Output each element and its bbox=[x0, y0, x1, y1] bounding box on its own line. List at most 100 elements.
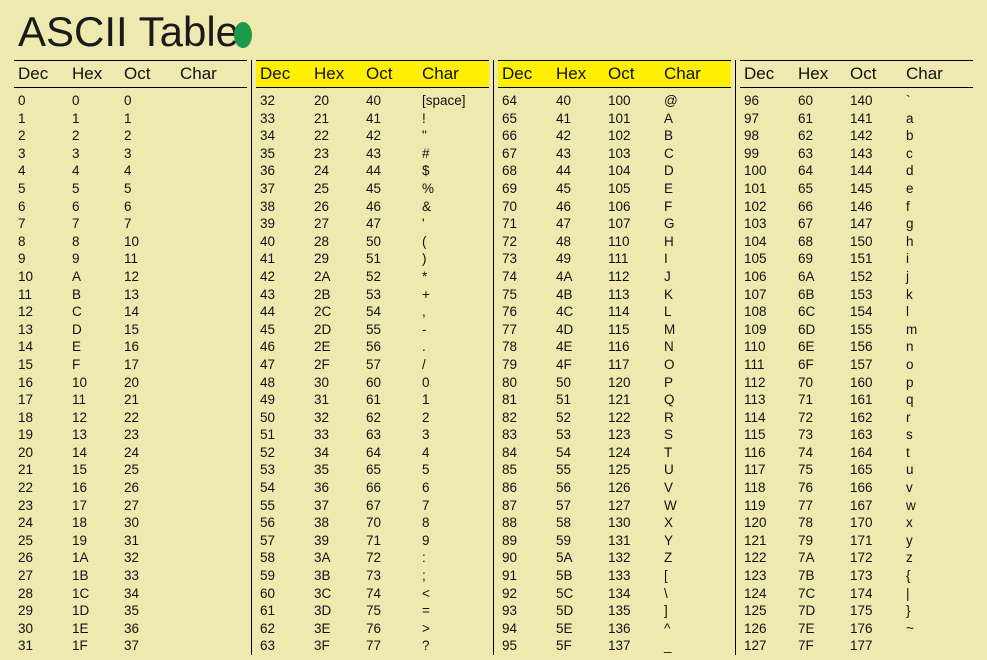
table-row: 4830600 bbox=[256, 374, 489, 392]
cell-hex: 3F bbox=[314, 637, 366, 655]
header-char: Char bbox=[422, 64, 459, 84]
cell-oct: 156 bbox=[850, 338, 906, 356]
cell-char: < bbox=[422, 585, 430, 603]
cell-dec: 31 bbox=[14, 637, 72, 655]
cell-char: I bbox=[664, 250, 668, 268]
cell-hex: 70 bbox=[798, 374, 850, 392]
cell-oct: 131 bbox=[608, 532, 664, 550]
cell-dec: 51 bbox=[256, 426, 314, 444]
cell-oct: 21 bbox=[124, 391, 180, 409]
cell-dec: 60 bbox=[256, 585, 314, 603]
cell-oct: 126 bbox=[608, 479, 664, 497]
cell-oct: 27 bbox=[124, 497, 180, 515]
table-row: 1076B153k bbox=[740, 286, 973, 304]
cell-oct: 65 bbox=[366, 461, 422, 479]
cell-oct: 153 bbox=[850, 286, 906, 304]
cell-hex: 2B bbox=[314, 286, 366, 304]
cell-hex: 16 bbox=[72, 479, 124, 497]
title-text: ASCII Table bbox=[18, 8, 239, 55]
cell-oct: 34 bbox=[124, 585, 180, 603]
cell-oct: 154 bbox=[850, 303, 906, 321]
cell-oct: 134 bbox=[608, 585, 664, 603]
cell-hex: 66 bbox=[798, 198, 850, 216]
cell-oct: 77 bbox=[366, 637, 422, 655]
table-row: 4931611 bbox=[256, 391, 489, 409]
cell-hex: 1C bbox=[72, 585, 124, 603]
cell-char: + bbox=[422, 286, 430, 304]
cell-dec: 98 bbox=[740, 127, 798, 145]
table-row: 7046106F bbox=[498, 198, 731, 216]
cell-char: O bbox=[664, 356, 675, 374]
cell-char: z bbox=[906, 549, 913, 567]
cell-hex: 65 bbox=[798, 180, 850, 198]
cell-oct: 162 bbox=[850, 409, 906, 427]
cell-hex: 19 bbox=[72, 532, 124, 550]
cell-hex: 6D bbox=[798, 321, 850, 339]
cell-hex: 4B bbox=[556, 286, 608, 304]
table-row: 754B113K bbox=[498, 286, 731, 304]
cell-hex: 63 bbox=[798, 145, 850, 163]
cell-oct: 172 bbox=[850, 549, 906, 567]
cell-dec: 105 bbox=[740, 250, 798, 268]
header-dec: Dec bbox=[740, 64, 798, 84]
table-row: 211525 bbox=[14, 461, 247, 479]
cell-dec: 18 bbox=[14, 409, 72, 427]
cell-char: T bbox=[664, 444, 672, 462]
cell-dec: 21 bbox=[14, 461, 72, 479]
table-row: 5436666 bbox=[256, 479, 489, 497]
cell-oct: 15 bbox=[124, 321, 180, 339]
cell-oct: 6 bbox=[124, 198, 180, 216]
cell-hex: 20 bbox=[314, 92, 366, 110]
cell-oct: 1 bbox=[124, 110, 180, 128]
table-row: 241830 bbox=[14, 514, 247, 532]
column-header: DecHexOctChar bbox=[498, 60, 731, 88]
table-row: 392747' bbox=[256, 215, 489, 233]
cell-dec: 7 bbox=[14, 215, 72, 233]
cell-hex: 6E bbox=[798, 338, 850, 356]
cell-dec: 115 bbox=[740, 426, 798, 444]
table-row: 11977167w bbox=[740, 497, 973, 515]
cell-oct: 116 bbox=[608, 338, 664, 356]
cell-char: Y bbox=[664, 532, 673, 550]
cell-dec: 8 bbox=[14, 233, 72, 251]
cell-hex: 43 bbox=[556, 145, 608, 163]
cell-char: y bbox=[906, 532, 913, 550]
cell-oct: 53 bbox=[366, 286, 422, 304]
cell-dec: 86 bbox=[498, 479, 556, 497]
cell-hex: 7E bbox=[798, 620, 850, 638]
cell-oct: 16 bbox=[124, 338, 180, 356]
cell-hex: 49 bbox=[556, 250, 608, 268]
page-title: ASCII Table bbox=[0, 0, 987, 60]
table-row: 6642102B bbox=[498, 127, 731, 145]
cell-hex: 22 bbox=[314, 127, 366, 145]
cell-char: 1 bbox=[422, 391, 430, 409]
table-row: 11270160p bbox=[740, 374, 973, 392]
cell-hex: 2C bbox=[314, 303, 366, 321]
cell-oct: 115 bbox=[608, 321, 664, 339]
cell-hex: 1D bbox=[72, 602, 124, 620]
table-row: 1086C154l bbox=[740, 303, 973, 321]
cell-hex: 1B bbox=[72, 567, 124, 585]
table-row: 8959131Y bbox=[498, 532, 731, 550]
table-row: 12179171y bbox=[740, 532, 973, 550]
cell-hex: 1E bbox=[72, 620, 124, 638]
cell-oct: 106 bbox=[608, 198, 664, 216]
cell-char: U bbox=[664, 461, 674, 479]
cell-oct: 11 bbox=[124, 250, 180, 268]
table-row: 5739719 bbox=[256, 532, 489, 550]
cell-dec: 103 bbox=[740, 215, 798, 233]
cell-hex: 26 bbox=[314, 198, 366, 216]
cell-char: G bbox=[664, 215, 675, 233]
cell-dec: 39 bbox=[256, 215, 314, 233]
cell-dec: 67 bbox=[498, 145, 556, 163]
cell-hex: 5B bbox=[556, 567, 608, 585]
cell-hex: 33 bbox=[314, 426, 366, 444]
cell-char: ' bbox=[422, 215, 425, 233]
cell-char: 7 bbox=[422, 497, 430, 515]
cell-dec: 4 bbox=[14, 162, 72, 180]
cell-oct: 123 bbox=[608, 426, 664, 444]
cell-dec: 53 bbox=[256, 461, 314, 479]
cell-char: } bbox=[906, 602, 911, 620]
cell-oct: 136 bbox=[608, 620, 664, 638]
cell-hex: 30 bbox=[314, 374, 366, 392]
